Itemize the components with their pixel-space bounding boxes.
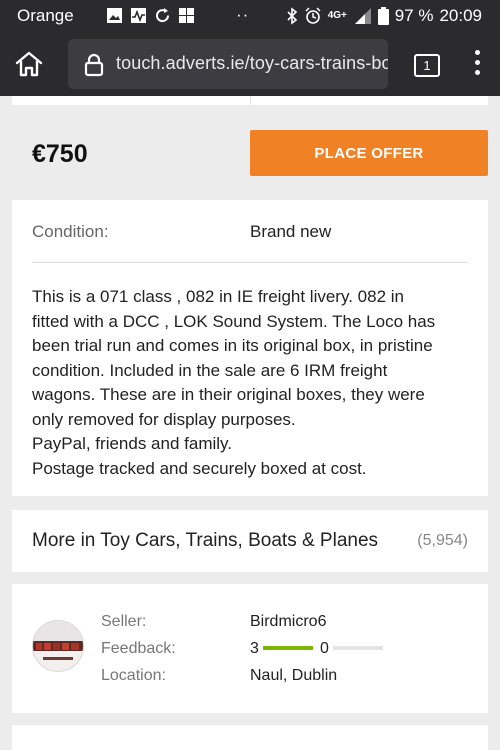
description-line: wagons. These are in their original boxe… xyxy=(32,385,425,404)
description-line: been trial run and comes in its original… xyxy=(32,336,433,355)
feedback-label: Feedback: xyxy=(101,640,176,657)
listing-description: This is a 071 class , 082 in IE freight … xyxy=(32,285,472,481)
positive-feedback-bar xyxy=(263,646,313,650)
description-line: only removed for display purposes. xyxy=(32,409,296,429)
battery-level: 97 % xyxy=(394,6,434,25)
condition-value: Brand new xyxy=(250,222,332,241)
divider xyxy=(32,262,468,263)
description-line: This is a 071 class , 082 in IE freight … xyxy=(32,287,404,306)
description-line: fitted with a DCC , LOK Sound System. Th… xyxy=(32,311,436,331)
seller-card: Seller: Birdmicro6 Feedback: 3 0 Locatio… xyxy=(12,584,488,713)
seller-label: Seller: xyxy=(101,613,147,630)
listing-price: €750 xyxy=(32,140,88,168)
status-bar: Orange ·· 4G+ 97 % 20:09 xyxy=(0,0,500,32)
description-line: PayPal, friends and family. xyxy=(32,434,232,453)
home-icon[interactable] xyxy=(14,50,44,78)
alarm-icon xyxy=(305,7,321,24)
description-line: condition. Included in the sale are 6 IR… xyxy=(32,360,388,380)
place-offer-button[interactable]: PLACE OFFER xyxy=(250,130,488,176)
url-text[interactable]: touch.adverts.ie/toy-cars-trains-bo xyxy=(116,53,388,74)
top-card-fragment xyxy=(12,96,488,105)
negative-feedback-count: 0 xyxy=(320,640,329,657)
more-menu-icon[interactable] xyxy=(470,50,484,80)
network-type: 4G+ xyxy=(327,10,347,21)
listing-details-card: Condition: Brand new This is a 071 class… xyxy=(12,200,488,496)
carrier-name: Orange xyxy=(17,6,74,25)
seller-name[interactable]: Birdmicro6 xyxy=(250,613,326,631)
clock: 20:09 xyxy=(439,6,482,25)
sync-icon xyxy=(156,8,170,23)
category-link-label[interactable]: More in Toy Cars, Trains, Boats & Planes xyxy=(32,530,378,552)
lock-icon xyxy=(84,53,104,77)
browser-toolbar: touch.adverts.ie/toy-cars-trains-bo 1 xyxy=(0,32,500,96)
seller-location: Naul, Dublin xyxy=(250,667,338,684)
activity-icon xyxy=(131,8,146,23)
negative-feedback-bar xyxy=(333,646,383,650)
windows-icon xyxy=(179,8,194,23)
bottom-card-fragment xyxy=(12,725,488,750)
category-count: (5,954) xyxy=(417,532,468,549)
bluetooth-icon xyxy=(287,7,297,25)
seller-avatar[interactable] xyxy=(32,620,84,672)
positive-feedback-count: 3 xyxy=(250,640,259,657)
description-line: Postage tracked and securely boxed at co… xyxy=(32,458,367,478)
tab-switcher-button[interactable]: 1 xyxy=(414,54,440,77)
condition-label: Condition: xyxy=(32,222,109,241)
location-label: Location: xyxy=(101,667,166,684)
image-icon xyxy=(107,8,122,23)
battery-icon xyxy=(377,7,389,25)
signal-icon xyxy=(354,8,371,24)
more-in-category-link[interactable]: More in Toy Cars, Trains, Boats & Planes… xyxy=(12,510,488,572)
address-bar[interactable]: touch.adverts.ie/toy-cars-trains-bo xyxy=(68,39,388,89)
avatar-image xyxy=(33,621,83,671)
